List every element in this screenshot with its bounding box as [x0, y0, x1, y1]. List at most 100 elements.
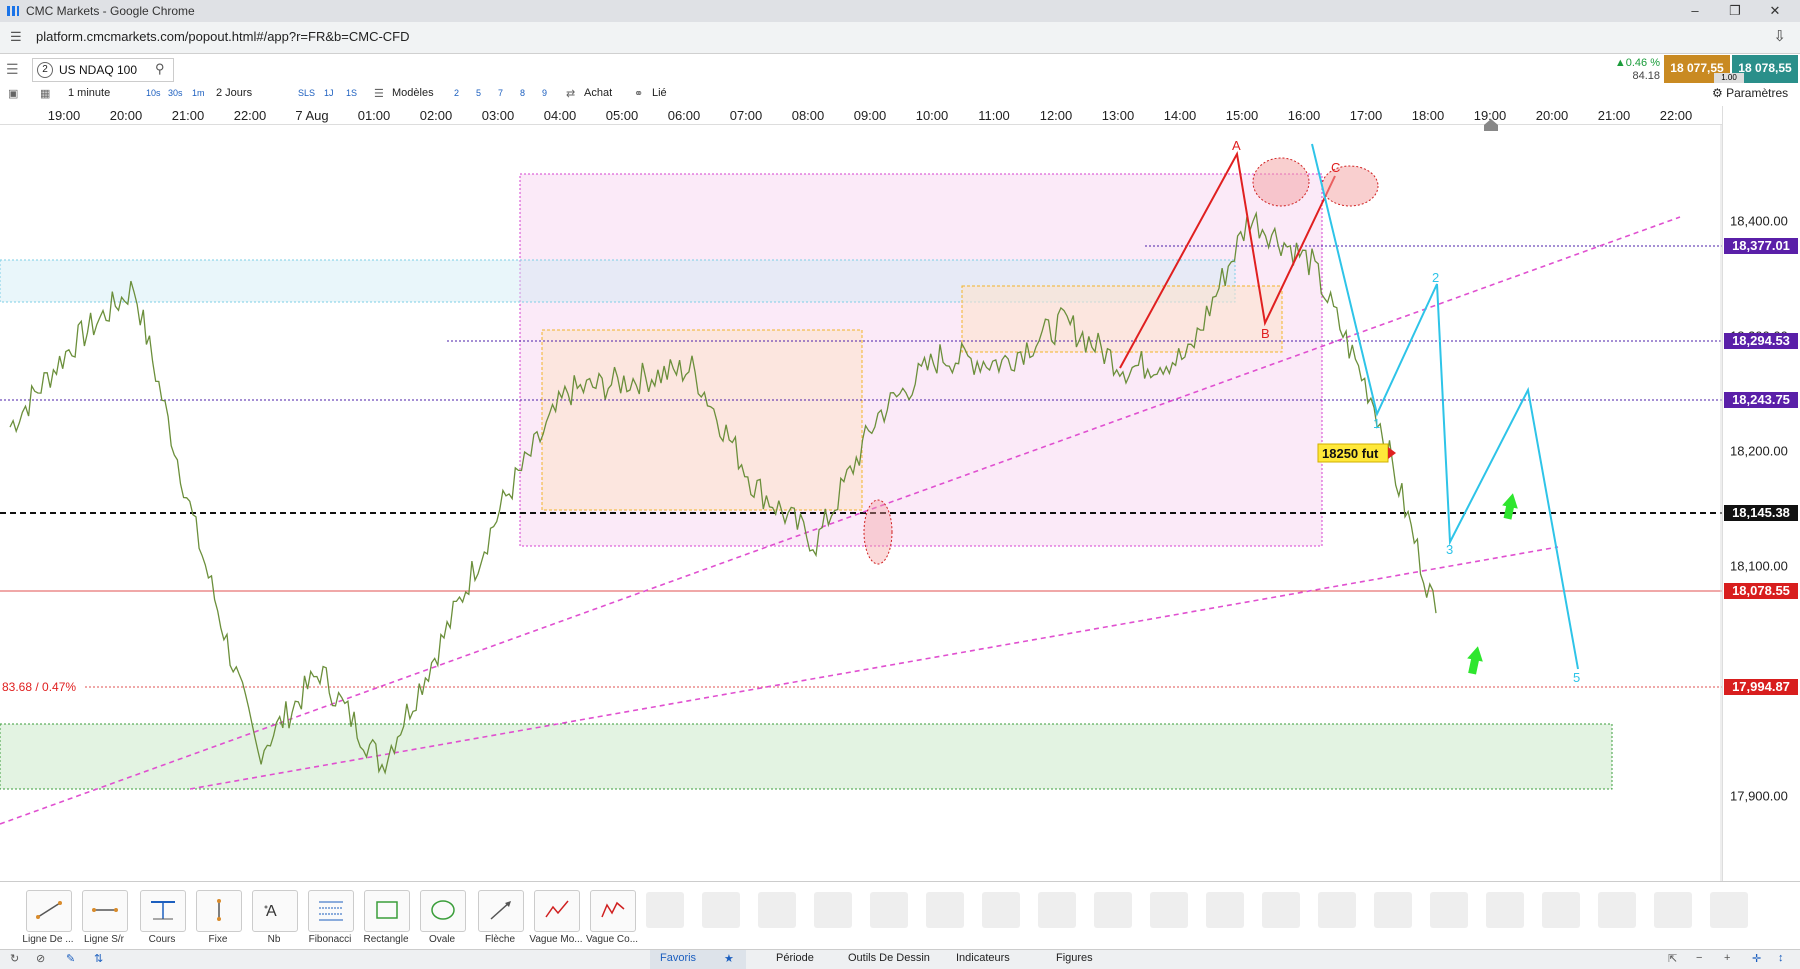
- url-text[interactable]: platform.cmcmarkets.com/popout.html#/app…: [36, 29, 410, 44]
- empty-tool-slot[interactable]: [1150, 892, 1188, 928]
- time-tick-label: 05:00: [605, 108, 639, 123]
- drawing-tool-button[interactable]: [82, 890, 128, 932]
- tab-figures[interactable]: Figures: [1056, 952, 1093, 964]
- empty-tool-slot[interactable]: [1598, 892, 1636, 928]
- drawing-tool-button[interactable]: [308, 890, 354, 932]
- download-icon[interactable]: ⇩: [1773, 27, 1786, 45]
- time-tick-label: 15:00: [1225, 108, 1259, 123]
- settings-label: Paramètres: [1726, 86, 1789, 100]
- layout-8[interactable]: 8: [520, 88, 525, 98]
- chart-type-sls[interactable]: SLS: [298, 88, 315, 98]
- layout-5[interactable]: 5: [476, 88, 481, 98]
- svg-text:A: A: [266, 903, 277, 920]
- interval-10s[interactable]: 10s: [146, 88, 161, 98]
- close-button[interactable]: ✕: [1760, 2, 1790, 20]
- layout-9[interactable]: 9: [542, 88, 547, 98]
- zoom-out-icon[interactable]: −: [1696, 952, 1702, 964]
- price-chart[interactable]: 18250 fut A B C 1 2 3 5 83.68 / 0.47%: [0, 124, 1722, 881]
- interval-1m[interactable]: 1m: [192, 88, 205, 98]
- settings-button[interactable]: ⚙ Paramètres: [1712, 86, 1788, 100]
- hamburger-menu-icon[interactable]: ☰: [6, 61, 24, 77]
- drawing-tool-button[interactable]: [26, 890, 72, 932]
- quote-box: ▲0.46 % 84.18 18 077,55 18 078,55 1.00: [1602, 55, 1798, 83]
- empty-tool-slot[interactable]: [1038, 892, 1076, 928]
- price-note: 83.68 / 0.47%: [2, 680, 76, 694]
- empty-tool-slot[interactable]: [1374, 892, 1412, 928]
- empty-tool-slot[interactable]: [1206, 892, 1244, 928]
- templates-button[interactable]: Modèles: [392, 87, 434, 99]
- minimize-button[interactable]: –: [1680, 2, 1710, 20]
- change-percent: ▲0.46 %: [1614, 57, 1660, 69]
- fut-badge-text: 18250 fut: [1322, 446, 1379, 461]
- crosshair-icon[interactable]: ✛: [1752, 952, 1761, 965]
- empty-tool-slot[interactable]: [1542, 892, 1580, 928]
- wave-label-1: 1: [1373, 416, 1380, 431]
- time-tick-label: 22:00: [233, 108, 267, 123]
- price-marker-badge: 18,145.38: [1724, 505, 1798, 521]
- empty-tool-slot[interactable]: [1430, 892, 1468, 928]
- tab-periode[interactable]: Période: [776, 952, 814, 964]
- restore-button[interactable]: ❐: [1720, 2, 1750, 20]
- empty-tool-slot[interactable]: [1654, 892, 1692, 928]
- site-settings-icon[interactable]: ☰: [10, 29, 22, 45]
- current-time-marker-icon: [1484, 119, 1498, 131]
- empty-tool-slot[interactable]: [870, 892, 908, 928]
- empty-tool-slot[interactable]: [1710, 892, 1748, 928]
- interval-select[interactable]: 1 minute: [68, 87, 110, 99]
- price-tick-label: 18,400.00: [1730, 213, 1788, 229]
- empty-tool-slot[interactable]: [982, 892, 1020, 928]
- drawing-tool-button[interactable]: [478, 890, 524, 932]
- empty-tool-slot[interactable]: [814, 892, 852, 928]
- drawing-tool-button[interactable]: [140, 890, 186, 932]
- fit-icon[interactable]: ⇱: [1668, 952, 1677, 965]
- tab-outils-dessin[interactable]: Outils De Dessin: [848, 952, 930, 964]
- chart-type-1s[interactable]: 1S: [346, 88, 357, 98]
- time-tick-label: 08:00: [791, 108, 825, 123]
- range-select[interactable]: 2 Jours: [216, 87, 252, 99]
- grid-icon[interactable]: ▦: [40, 87, 50, 100]
- empty-tool-slot[interactable]: [1262, 892, 1300, 928]
- empty-tool-slot[interactable]: [926, 892, 964, 928]
- drawing-tool-label: Ligne De ...: [22, 934, 74, 945]
- tab-favoris[interactable]: Favoris ★: [650, 950, 746, 969]
- cursor-icon[interactable]: ⇅: [94, 952, 103, 965]
- linked-button[interactable]: Lié: [652, 87, 667, 99]
- interval-30s[interactable]: 30s: [168, 88, 183, 98]
- drawing-tool-button[interactable]: [364, 890, 410, 932]
- time-tick-label: 19:00: [47, 108, 81, 123]
- layout-icon[interactable]: ▣: [8, 87, 18, 100]
- empty-tool-slot[interactable]: [1486, 892, 1524, 928]
- time-tick-label: 22:00: [1659, 108, 1693, 123]
- empty-tool-slot[interactable]: [646, 892, 684, 928]
- empty-tool-slot[interactable]: [1094, 892, 1132, 928]
- layout-7[interactable]: 7: [498, 88, 503, 98]
- empty-tool-slot[interactable]: [758, 892, 796, 928]
- chart-type-1j[interactable]: 1J: [324, 88, 334, 98]
- wave-label-c: C: [1331, 160, 1340, 175]
- wave-label-5: 5: [1573, 670, 1580, 685]
- templates-icon: ☰: [374, 88, 384, 100]
- expand-icon[interactable]: ↕: [1778, 952, 1784, 964]
- buy-button[interactable]: Achat: [584, 87, 612, 99]
- pencil-icon[interactable]: ✎: [66, 952, 75, 965]
- search-icon[interactable]: ⚲: [155, 61, 165, 77]
- range-zone-orange-left: [541, 329, 863, 511]
- drawing-tool-button[interactable]: [420, 890, 466, 932]
- empty-tool-slot[interactable]: [1318, 892, 1356, 928]
- time-tick-label: 04:00: [543, 108, 577, 123]
- zoom-in-icon[interactable]: +: [1724, 952, 1730, 964]
- refresh-icon[interactable]: ↻: [10, 952, 19, 965]
- time-tick-label: 21:00: [171, 108, 205, 123]
- instrument-bar: ☰ 2 US NDAQ 100 ⚲: [0, 54, 1800, 85]
- drawing-tool-button[interactable]: [196, 890, 242, 932]
- block-icon[interactable]: ⊘: [36, 952, 45, 965]
- time-tick-label: 16:00: [1287, 108, 1321, 123]
- instrument-selector[interactable]: 2 US NDAQ 100 ⚲: [32, 58, 174, 82]
- tab-indicateurs[interactable]: Indicateurs: [956, 952, 1010, 964]
- drawing-tool-button[interactable]: [534, 890, 580, 932]
- instrument-number: 2: [37, 62, 53, 78]
- layout-2[interactable]: 2: [454, 88, 459, 98]
- drawing-tool-button[interactable]: [590, 890, 636, 932]
- empty-tool-slot[interactable]: [702, 892, 740, 928]
- drawing-tool-button[interactable]: A: [252, 890, 298, 932]
